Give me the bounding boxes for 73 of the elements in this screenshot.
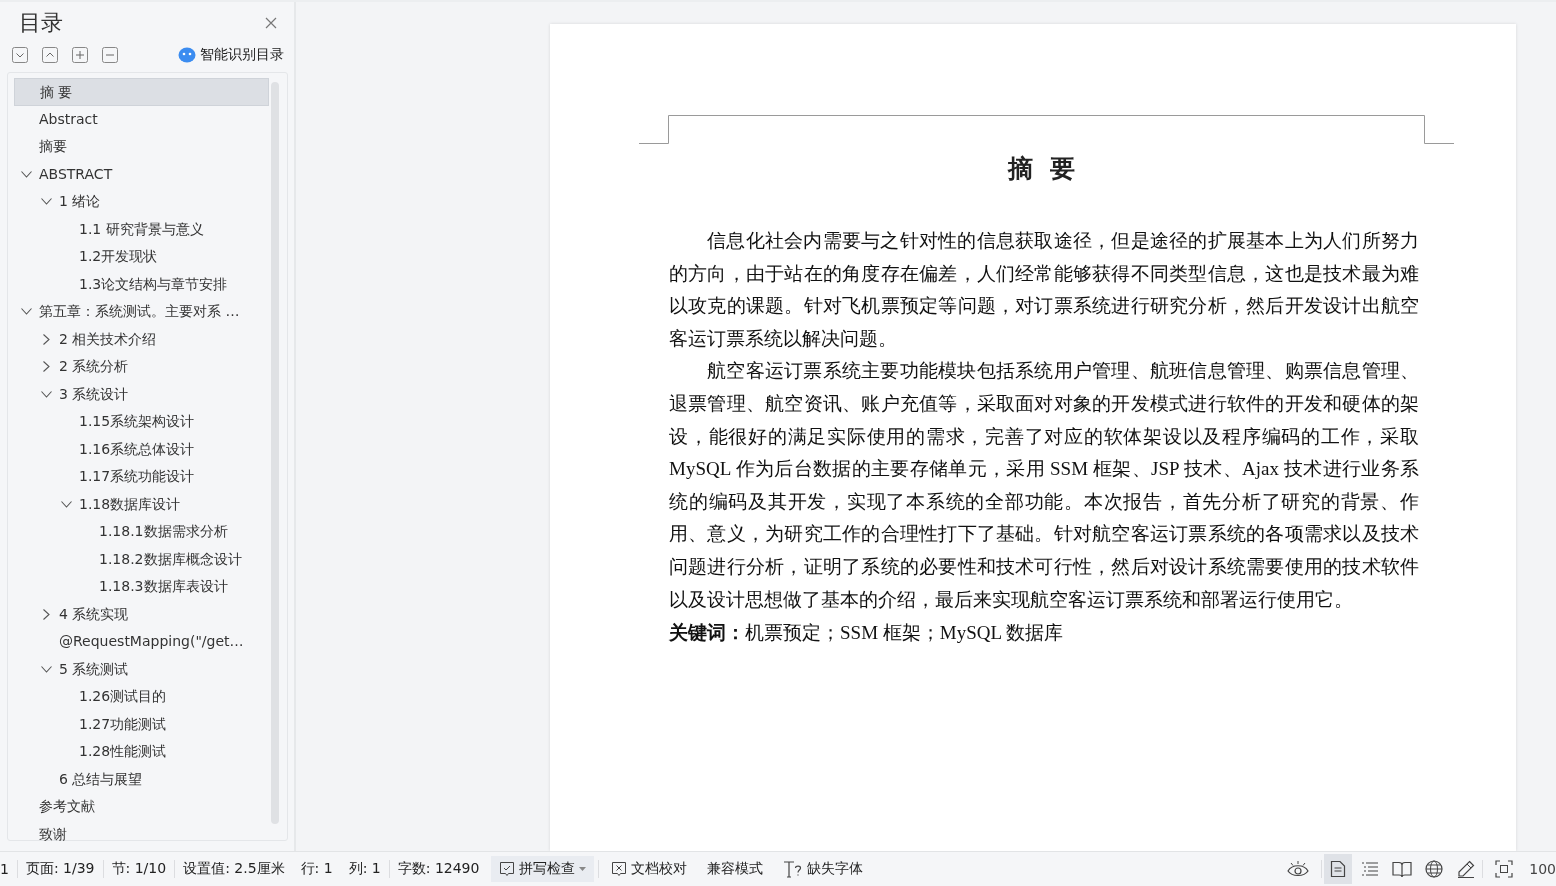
toc-item[interactable]: 4 系统实现 [14, 600, 269, 628]
chevron-right-icon[interactable] [43, 361, 50, 372]
toc-item[interactable]: 1.28性能测试 [14, 738, 269, 766]
status-text: 1 [0, 861, 10, 877]
compat-mode-text: 兼容模式 [706, 860, 765, 878]
toc-item[interactable]: 3 系统设计 [14, 380, 269, 408]
collapse-icon[interactable] [12, 47, 28, 63]
toc-item[interactable]: ABSTRACT [14, 160, 269, 188]
document-heading: 摘 要 [1006, 153, 1080, 185]
toc-item[interactable]: 摘要 [14, 133, 269, 161]
toc-item[interactable]: 参考文献 [14, 793, 269, 821]
close-icon[interactable] [265, 17, 277, 29]
book-icon [1392, 860, 1413, 878]
chevron-down-icon[interactable] [21, 170, 32, 178]
smart-icon [178, 47, 196, 63]
keywords-line: 关键词：机票预定；SSM 框架；MySQL 数据库 [669, 621, 1065, 646]
list-icon [1361, 861, 1380, 877]
fit-screen-icon[interactable] [1495, 860, 1514, 878]
chevron-down-icon[interactable] [41, 390, 52, 398]
font-question-icon [783, 860, 804, 878]
smart-toc-button[interactable]: 智能识别目录 [178, 46, 284, 64]
chevron-right-icon[interactable] [43, 608, 50, 620]
toc-item[interactable]: 1.15系统架构设计 [14, 408, 269, 436]
missing-fonts-button[interactable]: 缺失字体 [775, 856, 872, 882]
body-paragraph: 航空客运订票系统主要功能模块包括系统用户管理、航班信息管理、购票信息管理、退票管理、航空资讯、账户充值等，采取面对对象的开发模式进行软件的开发和硬体的架设，能很好的满足实际使用的需求，完善了对应的软体架设以及程序编码的工作，采取 MySQL 作为后台数据的主要存储单元，采用 SSM 框架、JSP 技术、Ajax 技术进行业务系统的编码及其开发，实现了本系统的全部功能。本次报告，首先分析了研究的背景、作用、意义，为研究工作的合理性打下了基础。针对航空客运订票系统的各项需求以及技术问题进行分析，证明了系统的必要性和技术可行性，然后对设计系统需要使用的技术软件以及设计思想做了基本的介绍，最后来实现航空客运订票系统和部署运行使用它。 [669, 359, 1419, 612]
toc-item[interactable]: 1 绪论 [14, 188, 269, 216]
chevron-down-icon[interactable] [41, 198, 52, 205]
toc-item[interactable]: 2 相关技术介绍 [14, 325, 269, 353]
toc-item[interactable]: 2 系统分析 [14, 353, 269, 381]
toc-item[interactable]: 1.18.2数据库概念设计 [14, 545, 269, 573]
proofread-button[interactable]: 文档校对 [603, 856, 696, 882]
check-icon [499, 861, 516, 877]
cross-icon [611, 861, 628, 877]
status-text: 字数: 12490 [396, 860, 481, 878]
chevron-down-icon[interactable] [61, 500, 72, 508]
chevron-down-icon[interactable] [21, 308, 32, 315]
toc-item[interactable]: 第五章：系统测试。主要对系 … [14, 298, 269, 326]
toc-item[interactable]: 1.1 研究背景与意义 [14, 215, 269, 243]
toc-item[interactable]: 1.27功能测试 [14, 710, 269, 738]
toc-item[interactable]: 1.18.1数据需求分析 [14, 518, 269, 546]
globe-icon [1425, 860, 1444, 878]
status-text: 设置值: 2.5厘米 [182, 860, 286, 878]
minus-icon[interactable] [102, 47, 118, 63]
body-paragraph: 信息化社会内需要与之针对性的信息获取途径，但是途径的扩展基本上为人们所努力的方向，由于站在的角度存在偏差，人们经常能够获得不同类型信息，这也是技术最为难以攻克的课题。针对飞机票预定等问题，对订票系统进行研究分析，然后开发设计出航空客运订票系统以解决问题。 [669, 229, 1419, 351]
toc-item[interactable]: 摘 要 [14, 78, 269, 106]
toc-item[interactable]: 1.18.3数据库表设计 [14, 573, 269, 601]
eye-icon[interactable] [1287, 861, 1310, 877]
plus-icon[interactable] [72, 47, 88, 63]
status-text: 页面: 1/39 [24, 860, 96, 878]
page-view-button[interactable] [1324, 854, 1353, 884]
page-icon [1330, 860, 1347, 878]
toc-item[interactable]: 6 总结与展望 [14, 765, 269, 793]
toc-item[interactable]: 1.16系统总体设计 [14, 435, 269, 463]
expand-icon[interactable] [42, 47, 58, 63]
toc-item[interactable]: 1.17系统功能设计 [14, 463, 269, 491]
toc-item[interactable]: @RequestMapping("/get… [14, 628, 269, 656]
pen-icon [1457, 860, 1476, 878]
toc-item[interactable]: 致谢 [14, 820, 269, 848]
zoom-level[interactable]: 100 [1525, 861, 1556, 877]
chevron-right-icon[interactable] [43, 333, 50, 345]
toc-item[interactable]: 5 系统测试 [14, 655, 269, 683]
status-text: 节: 1/10 [110, 860, 168, 878]
toc-item[interactable]: 1.2开发现状 [14, 243, 269, 271]
panel-title: 目录 [19, 9, 63, 37]
toc-item[interactable]: 1.26测试目的 [14, 683, 269, 711]
chevron-down-icon[interactable] [41, 665, 52, 673]
toc-item[interactable]: 1.18数据库设计 [14, 490, 269, 518]
toc-item[interactable]: 1.3论文结构与章节安排 [14, 270, 269, 298]
spell-check-button[interactable]: 拼写检查 [491, 856, 595, 882]
status-text: 行: 1 [299, 860, 334, 878]
caret-icon [579, 867, 587, 871]
toc-item[interactable]: Abstract [14, 105, 269, 133]
status-text: 列: 1 [347, 860, 382, 878]
